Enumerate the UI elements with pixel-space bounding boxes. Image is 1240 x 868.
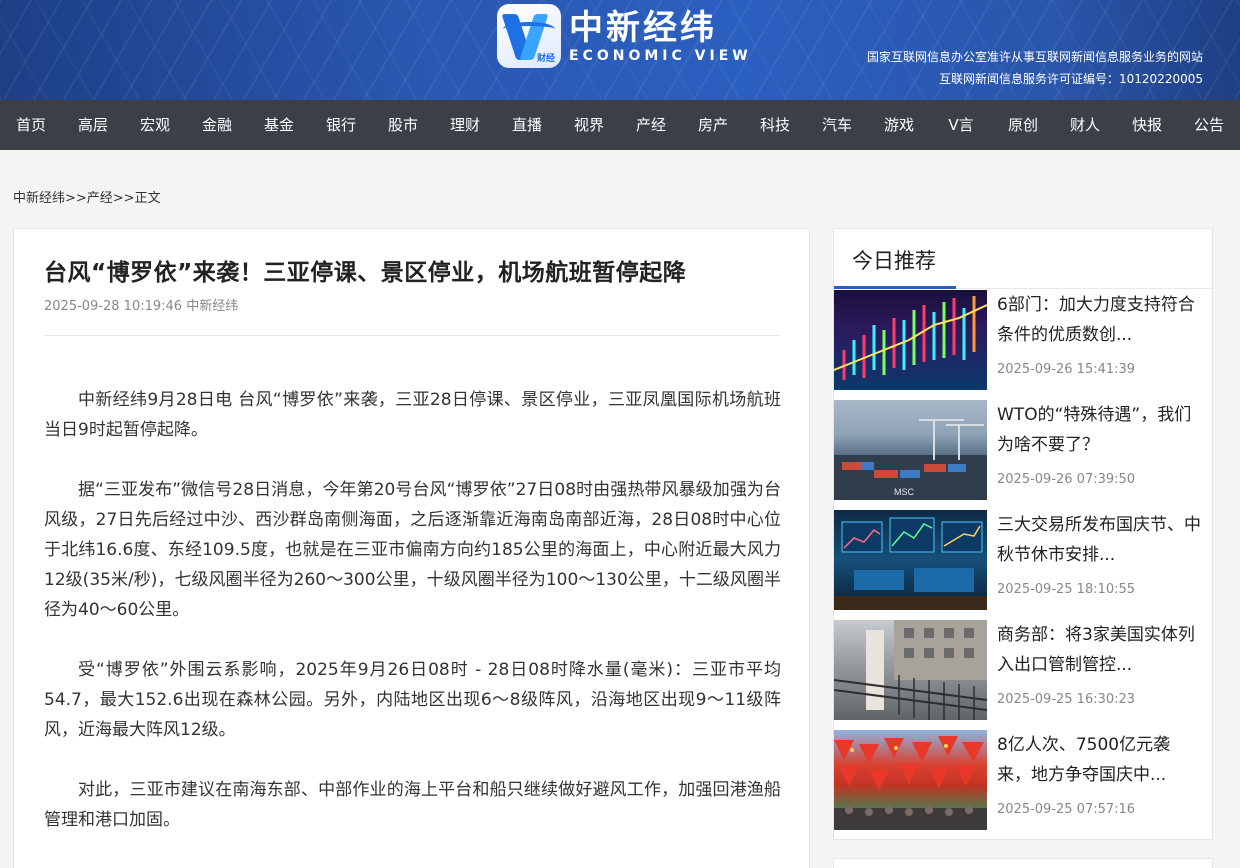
nav-item-notice[interactable]: 公告	[1178, 100, 1240, 150]
recommend-item[interactable]: 6部门：加大力度支持符合条件的优质数创... 2025-09-26 15:41:…	[834, 290, 1212, 390]
nav-item-v-talk[interactable]: V言	[930, 100, 992, 150]
recommend-title[interactable]: 6部门：加大力度支持符合条件的优质数创...	[997, 290, 1202, 350]
recommend-thumbnail[interactable]	[834, 290, 987, 390]
nav-item-leadership[interactable]: 高层	[62, 100, 124, 150]
recommend-title[interactable]: 8亿人次、7500亿元袭来，地方争夺国庆中...	[997, 730, 1202, 790]
nav-item-vision[interactable]: 视界	[558, 100, 620, 150]
main-nav: 首页 高层 宏观 金融 基金 银行 股市 理财 直播 视界 产经 房产 科技 汽…	[0, 100, 1240, 150]
article-card: 台风“博罗依”来袭！三亚停课、景区停业，机场航班暂停起降 2025-09-28 …	[13, 228, 810, 868]
article-paragraph: 对此，三亚市建议在南海东部、中部作业的海上平台和船只继续做好避风工作，加强回港渔…	[44, 780, 781, 830]
logo-icon: 财经	[497, 4, 561, 68]
breadcrumb[interactable]: 中新经纬>>产经>>正文	[13, 187, 161, 206]
recommend-time: 2025-09-26 07:39:50	[997, 472, 1136, 487]
nav-item-banks[interactable]: 银行	[310, 100, 372, 150]
article-meta: 2025-09-28 10:19:46 中新经纬	[44, 299, 239, 314]
recommend-time: 2025-09-25 18:10:55	[997, 582, 1136, 597]
recommend-thumbnail[interactable]: MSC	[834, 400, 987, 500]
nav-item-industry[interactable]: 产经	[620, 100, 682, 150]
license-line-2: 互联网新闻信息服务许可证编号：10120220005	[939, 72, 1203, 86]
heading-underline	[834, 286, 956, 289]
logo-english-name: ECONOMIC VIEW	[569, 48, 752, 64]
sidebar-next-panel	[833, 858, 1213, 868]
nav-item-stocks[interactable]: 股市	[372, 100, 434, 150]
recommend-title[interactable]: 三大交易所发布国庆节、中秋节休市安排...	[997, 510, 1202, 570]
recommend-title[interactable]: WTO的“特殊待遇”，我们为啥不要了？	[997, 400, 1202, 460]
recommend-heading: 今日推荐	[852, 249, 936, 273]
recommend-item[interactable]: MSC WTO的“特殊待遇”，我们为啥不要了？ 2025-09-26 07:39…	[834, 400, 1212, 500]
nav-item-games[interactable]: 游戏	[868, 100, 930, 150]
divider	[44, 335, 781, 336]
nav-item-original[interactable]: 原创	[992, 100, 1054, 150]
header-banner: 财经 中新经纬 ECONOMIC VIEW 国家互联网信息办公室准许从事互联网新…	[0, 0, 1240, 100]
recommend-time: 2025-09-25 16:30:23	[997, 692, 1136, 707]
nav-item-realestate[interactable]: 房产	[682, 100, 744, 150]
recommend-thumbnail[interactable]	[834, 730, 987, 830]
nav-item-wealth[interactable]: 理财	[434, 100, 496, 150]
nav-item-auto[interactable]: 汽车	[806, 100, 868, 150]
nav-item-tech[interactable]: 科技	[744, 100, 806, 150]
recommend-time: 2025-09-26 15:41:39	[997, 362, 1136, 377]
recommend-thumbnail[interactable]	[834, 620, 987, 720]
recommend-time: 2025-09-25 07:57:16	[997, 802, 1136, 817]
recommend-item[interactable]: 商务部：将3家美国实体列入出口管制管控... 2025-09-25 16:30:…	[834, 620, 1212, 720]
nav-item-people[interactable]: 财人	[1054, 100, 1116, 150]
article-paragraph: 据“三亚发布”微信号28日消息，今年第20号台风“博罗依”27日08时由强热带风…	[44, 480, 781, 620]
nav-item-home[interactable]: 首页	[0, 100, 62, 150]
recommend-thumbnail[interactable]	[834, 510, 987, 610]
nav-item-flash[interactable]: 快报	[1116, 100, 1178, 150]
recommend-item[interactable]: 8亿人次、7500亿元袭来，地方争夺国庆中... 2025-09-25 07:5…	[834, 730, 1212, 830]
logo-chinese-name: 中新经纬	[569, 8, 717, 48]
recommend-item[interactable]: 三大交易所发布国庆节、中秋节休市安排... 2025-09-25 18:10:5…	[834, 510, 1212, 610]
nav-item-macro[interactable]: 宏观	[124, 100, 186, 150]
license-info: 国家互联网信息办公室准许从事互联网新闻信息服务业务的网站 互联网新闻信息服务许可…	[867, 46, 1203, 90]
license-line-1: 国家互联网信息办公室准许从事互联网新闻信息服务业务的网站	[866, 50, 1203, 64]
logo-tag: 财经	[536, 54, 555, 64]
recommend-panel: 今日推荐 6部门：加大力度支持符合条件的优质数创... 2025-09-26 1…	[833, 228, 1213, 840]
article-body: 中新经纬9月28日电 台风“博罗依”来袭，三亚28日停课、景区停业，三亚凤凰国际…	[44, 385, 781, 865]
nav-item-funds[interactable]: 基金	[248, 100, 310, 150]
nav-item-finance[interactable]: 金融	[186, 100, 248, 150]
article-title: 台风“博罗依”来袭！三亚停课、景区停业，机场航班暂停起降	[44, 260, 687, 286]
svg-text:MSC: MSC	[894, 487, 915, 497]
article-paragraph: 受“博罗依”外围云系影响，2025年9月26日08时 - 28日08时降水量(毫…	[44, 660, 781, 740]
recommend-title[interactable]: 商务部：将3家美国实体列入出口管制管控...	[997, 620, 1202, 680]
nav-item-live[interactable]: 直播	[496, 100, 558, 150]
article-paragraph: 中新经纬9月28日电 台风“博罗依”来袭，三亚28日停课、景区停业，三亚凤凰国际…	[44, 390, 781, 440]
site-logo[interactable]: 财经 中新经纬 ECONOMIC VIEW	[497, 4, 752, 68]
